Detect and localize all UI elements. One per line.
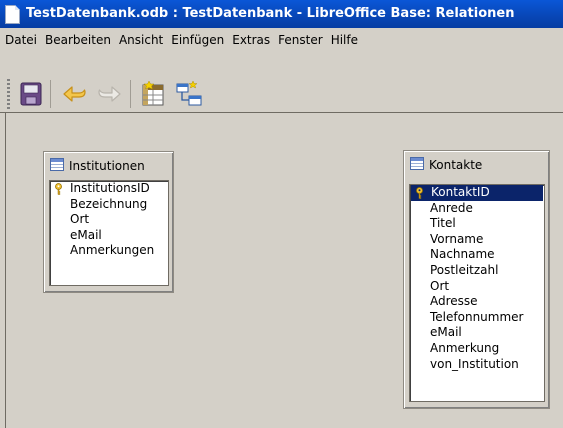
undo-icon — [63, 86, 86, 102]
field-row[interactable]: Anmerkungen — [50, 243, 168, 259]
primary-key-icon — [55, 183, 62, 195]
field-label: Adresse — [430, 294, 478, 309]
field-row[interactable]: Anrede — [410, 201, 544, 217]
window-title: TestDatenbank.odb : TestDatenbank - Libr… — [26, 6, 515, 21]
table-icon — [50, 158, 64, 171]
redo-icon — [98, 86, 121, 102]
field-row[interactable]: Anmerkung — [410, 341, 544, 357]
field-label: Ort — [430, 278, 450, 293]
table-icon — [410, 157, 424, 170]
primary-key-icon — [416, 187, 423, 199]
menubar: Datei Bearbeiten Ansicht Einfügen Extras Fens… — [0, 29, 563, 51]
field-row[interactable]: Nachname — [410, 247, 544, 263]
field-row[interactable]: Adresse — [410, 294, 544, 310]
field-row[interactable]: Ort — [50, 212, 168, 228]
document-icon — [5, 5, 20, 24]
field-label: Bezeichnung — [70, 196, 148, 211]
new-relation-icon — [176, 81, 202, 106]
field-label: von_Institution — [430, 356, 519, 371]
menu-bearbeiten[interactable]: Bearbeiten — [42, 29, 114, 51]
menu-fenster[interactable]: Fenster — [275, 29, 326, 51]
new-table-button[interactable] — [140, 79, 166, 109]
field-label: Titel — [430, 216, 456, 231]
field-row[interactable]: eMail — [50, 228, 168, 244]
field-row[interactable]: Titel — [410, 216, 544, 232]
table-window-header[interactable]: Institutionen — [50, 156, 169, 176]
field-label: KontaktID — [431, 185, 490, 199]
field-label: InstitutionsID — [70, 181, 150, 195]
field-row[interactable]: eMail — [410, 325, 544, 341]
field-row[interactable]: Bezeichnung — [50, 197, 168, 213]
menu-hilfe[interactable]: Hilfe — [328, 29, 361, 51]
field-row[interactable]: Vorname — [410, 232, 544, 248]
toolbar-separator — [130, 80, 131, 108]
table-window-title: Institutionen — [69, 159, 145, 173]
redo-button[interactable] — [94, 79, 124, 109]
table-window-title: Kontakte — [429, 158, 483, 172]
toolbar-grip[interactable] — [7, 79, 10, 109]
save-button[interactable] — [18, 79, 44, 109]
field-label: Vorname — [430, 231, 484, 246]
field-label: eMail — [430, 325, 462, 340]
new-relation-button[interactable] — [174, 79, 204, 109]
undo-button[interactable] — [60, 79, 90, 109]
field-label: eMail — [70, 227, 102, 242]
field-row[interactable]: Ort — [410, 279, 544, 295]
toolbar-separator — [50, 80, 51, 108]
field-label: Telefonnummer — [430, 309, 524, 324]
standard-toolbar — [0, 52, 563, 113]
field-label: Anmerkung — [430, 340, 500, 355]
field-label: Anrede — [430, 200, 473, 215]
field-row[interactable]: von_Institution — [410, 357, 544, 373]
field-row[interactable]: Telefonnummer — [410, 310, 544, 326]
field-row[interactable]: Postleitzahl — [410, 263, 544, 279]
field-label: Anmerkungen — [70, 243, 155, 258]
menu-datei[interactable]: Datei — [2, 29, 40, 51]
field-row[interactable]: InstitutionsID — [50, 181, 168, 197]
table-window-institutionen[interactable]: Institutionen InstitutionsID Bezeichnung… — [43, 151, 174, 293]
save-icon — [20, 82, 42, 106]
field-label: Nachname — [430, 247, 495, 262]
field-list[interactable]: InstitutionsID Bezeichnung Ort eMail Anm… — [49, 180, 169, 286]
field-row-selected[interactable]: KontaktID — [411, 185, 543, 201]
menu-extras[interactable]: Extras — [229, 29, 273, 51]
table-window-kontakte[interactable]: Kontakte KontaktID Anrede Titel Vorname … — [403, 150, 550, 409]
menu-einfuegen[interactable]: Einfügen — [168, 29, 227, 51]
new-table-icon — [142, 81, 164, 106]
field-label: Postleitzahl — [430, 262, 499, 277]
field-label: Ort — [70, 212, 90, 227]
menu-ansicht[interactable]: Ansicht — [116, 29, 166, 51]
table-window-header[interactable]: Kontakte — [410, 155, 545, 175]
relation-design-area[interactable]: Institutionen InstitutionsID Bezeichnung… — [0, 112, 563, 428]
window-titlebar[interactable]: TestDatenbank.odb : TestDatenbank - Libr… — [0, 0, 563, 28]
field-list[interactable]: KontaktID Anrede Titel Vorname Nachname … — [409, 184, 545, 402]
